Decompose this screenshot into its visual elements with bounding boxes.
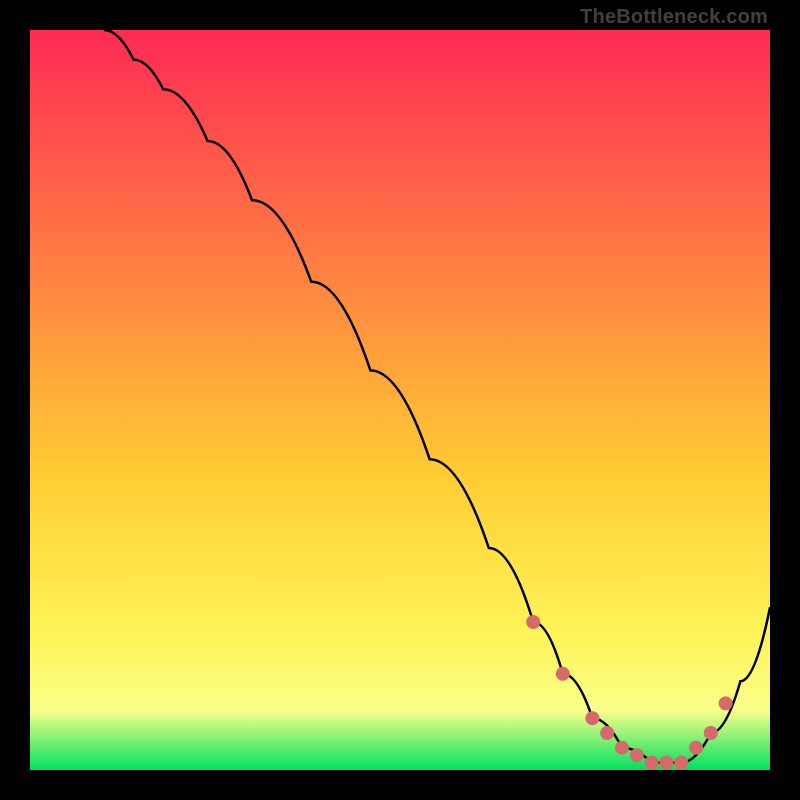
sweet-spot-dot — [585, 711, 599, 725]
sweet-spot-dot — [630, 748, 644, 762]
sweet-spot-dot — [615, 741, 629, 755]
bottleneck-curve — [104, 30, 770, 763]
sweet-spot-dot — [645, 756, 659, 770]
attribution-text: TheBottleneck.com — [580, 6, 768, 29]
sweet-spot-dots — [526, 615, 732, 770]
outer-frame: TheBottleneck.com — [0, 0, 800, 800]
gradient-plot-area — [30, 30, 770, 770]
sweet-spot-dot — [526, 615, 540, 629]
sweet-spot-dot — [600, 726, 614, 740]
sweet-spot-dot — [556, 667, 570, 681]
sweet-spot-dot — [659, 756, 673, 770]
sweet-spot-dot — [704, 726, 718, 740]
sweet-spot-dot — [719, 696, 733, 710]
sweet-spot-dot — [689, 741, 703, 755]
chart-svg — [30, 30, 770, 770]
sweet-spot-dot — [674, 756, 688, 770]
